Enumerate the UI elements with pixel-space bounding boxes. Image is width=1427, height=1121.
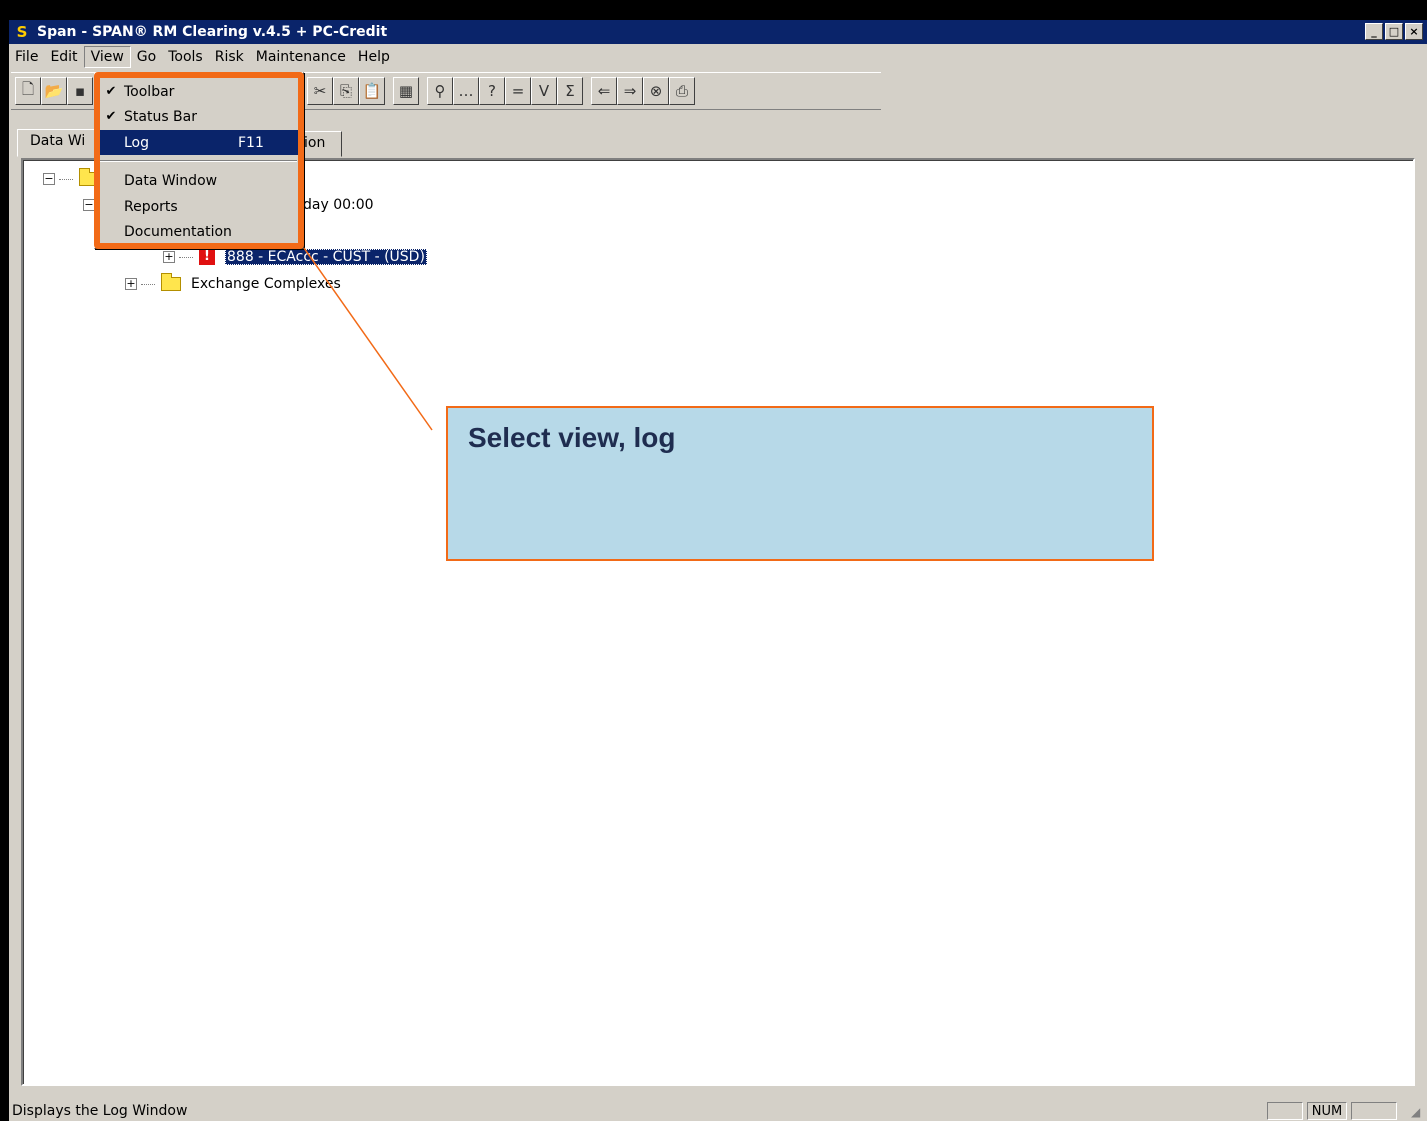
folder-icon (161, 273, 181, 291)
menu-tools[interactable]: Tools (162, 47, 209, 67)
copy-icon[interactable]: ⎘ (333, 77, 359, 105)
view-menu-item-toolbar[interactable]: ✔ Toolbar (98, 79, 298, 104)
resize-grip-icon[interactable]: ◢ (1411, 1105, 1425, 1119)
paste-icon[interactable]: 📋 (359, 77, 385, 105)
menu-view[interactable]: View (83, 46, 131, 68)
view-menu-item-reports[interactable]: Reports (98, 194, 298, 219)
maximize-button[interactable]: □ (1385, 23, 1403, 40)
tab-data-window[interactable]: Data Wi (17, 129, 97, 157)
tree-connector (59, 178, 73, 180)
tree-date-label: day 00:00 (303, 197, 374, 213)
check-icon: ✔ (105, 84, 117, 99)
instruction-callout: Select view, log (446, 406, 1154, 561)
status-pane-caps (1267, 1102, 1303, 1120)
menu-go[interactable]: Go (131, 47, 162, 67)
calculator-icon[interactable]: ▦ (393, 77, 419, 105)
tree-account-label: 888 - ECAccc - CUST - (USD) (225, 249, 427, 265)
window-title: Span - SPAN® RM Clearing v.4.5 + PC-Cred… (37, 24, 388, 40)
check-icon: ✔ (105, 109, 117, 124)
cut-icon[interactable]: ✂ (307, 77, 333, 105)
minimize-button[interactable]: _ (1365, 23, 1383, 40)
v-icon[interactable]: V (531, 77, 557, 105)
help-icon[interactable]: ? (479, 77, 505, 105)
status-pane-num: NUM (1307, 1102, 1347, 1120)
window-controls: _ □ × (1365, 23, 1423, 40)
close-button[interactable]: × (1405, 23, 1423, 40)
status-bar: Displays the Log Window NUM ◢ (9, 1100, 1427, 1121)
tree-connector (179, 256, 193, 258)
view-menu-item-log[interactable]: Log F11 (98, 130, 298, 155)
expand-icon[interactable]: + (125, 278, 137, 290)
status-pane-scrl (1351, 1102, 1397, 1120)
menu-bar: File Edit View Go Tools Risk Maintenance… (9, 45, 1427, 69)
tree-exchange-label: Exchange Complexes (191, 276, 341, 292)
equals-icon[interactable]: = (505, 77, 531, 105)
collapse-icon[interactable]: − (43, 173, 55, 185)
new-icon[interactable]: 🗋 (15, 77, 41, 105)
more-icon[interactable]: … (453, 77, 479, 105)
view-menu-item-status-bar[interactable]: ✔ Status Bar (98, 104, 298, 129)
find-icon[interactable]: ⚲ (427, 77, 453, 105)
menu-help[interactable]: Help (352, 47, 396, 67)
alert-icon: ! (199, 249, 215, 265)
menu-separator (99, 160, 297, 162)
tree-view: − − day 00:00 + ! 888 - ECAccc - CUST - … (21, 158, 1415, 1086)
view-menu-item-data-window[interactable]: Data Window (98, 168, 298, 193)
save-icon[interactable]: ▪ (67, 77, 93, 105)
forward-icon[interactable]: ⇒ (617, 77, 643, 105)
expand-icon[interactable]: + (163, 251, 175, 263)
menu-risk[interactable]: Risk (209, 47, 250, 67)
menu-file[interactable]: File (9, 47, 44, 67)
view-menu-item-documentation[interactable]: Documentation (98, 219, 298, 244)
tree-row-account[interactable]: + ! 888 - ECAccc - CUST - (USD) (163, 246, 427, 268)
open-icon[interactable]: 📂 (41, 77, 67, 105)
stop-icon[interactable]: ⊗ (643, 77, 669, 105)
callout-text: Select view, log (468, 422, 676, 453)
view-menu-dropdown: ✔ Toolbar ✔ Status Bar Log F11 Data Wind… (94, 72, 304, 249)
app-icon: S (16, 23, 28, 41)
tree-row-exchange[interactable]: + Exchange Complexes (125, 273, 341, 295)
title-bar[interactable]: S Span - SPAN® RM Clearing v.4.5 + PC-Cr… (9, 20, 1427, 44)
back-icon[interactable]: ⇐ (591, 77, 617, 105)
print-icon[interactable]: ⎙ (669, 77, 695, 105)
sigma-icon[interactable]: Σ (557, 77, 583, 105)
status-text: Displays the Log Window (12, 1102, 188, 1119)
tree-connector (141, 283, 155, 285)
menu-maintenance[interactable]: Maintenance (250, 47, 352, 67)
menu-edit[interactable]: Edit (44, 47, 83, 67)
